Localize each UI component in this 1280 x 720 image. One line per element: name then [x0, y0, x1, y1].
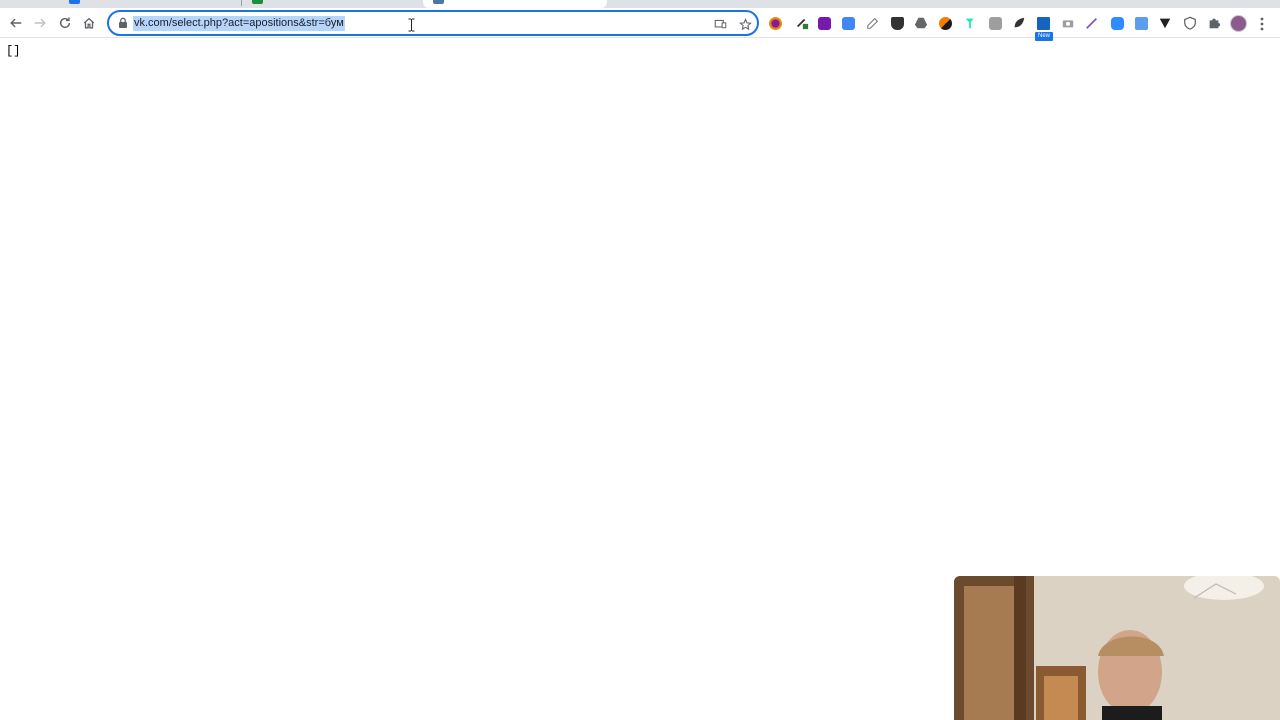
translate-icon[interactable]: [840, 15, 856, 31]
reload-button[interactable]: [54, 12, 76, 34]
webcam-overlay[interactable]: [954, 576, 1280, 720]
arrow-right-icon: [34, 18, 46, 28]
cast-button[interactable]: [712, 16, 728, 32]
tab-active[interactable]: [423, 0, 607, 8]
color-picker-icon[interactable]: [767, 15, 783, 31]
webcam-video-image: [954, 576, 1280, 720]
tab-separator: [241, 0, 242, 6]
shield-key-icon[interactable]: [889, 15, 905, 31]
page-body-text: []: [6, 44, 21, 58]
cast-icon: [714, 19, 726, 28]
reader-icon[interactable]: [1133, 15, 1149, 31]
bookmark-button[interactable]: [737, 16, 753, 32]
tab-4[interactable]: [608, 0, 788, 8]
pin-icon[interactable]: [962, 15, 978, 31]
analytics-icon[interactable]: [937, 15, 953, 31]
pen-icon[interactable]: [1084, 15, 1100, 31]
tab-2[interactable]: [243, 0, 421, 8]
puzzle-green-icon[interactable]: [794, 15, 810, 31]
back-button[interactable]: [5, 12, 27, 34]
new-extension-icon[interactable]: [1035, 15, 1051, 31]
location-icon[interactable]: [1157, 15, 1173, 31]
star-icon: [738, 17, 752, 30]
text-cursor-icon: [408, 18, 415, 32]
vk-icon: [433, 0, 444, 4]
zoom-icon[interactable]: [1109, 15, 1125, 31]
address-bar[interactable]: vk.com/select.php?act=apositions&str=бум: [107, 10, 759, 36]
profile-avatar[interactable]: [1230, 15, 1247, 32]
tab-1[interactable]: [60, 0, 240, 8]
leaf-icon[interactable]: [1011, 15, 1027, 31]
home-icon: [83, 17, 95, 29]
notes-icon[interactable]: [865, 15, 881, 31]
onenote-icon[interactable]: [816, 15, 832, 31]
vpn-shield-icon[interactable]: [1182, 15, 1198, 31]
kebab-menu-icon[interactable]: [1256, 16, 1268, 32]
forward-button[interactable]: [29, 12, 51, 34]
browser-toolbar: vk.com/select.php?act=apositions&str=бум…: [0, 8, 1280, 41]
lock-icon[interactable]: [117, 17, 129, 29]
reload-icon: [59, 17, 71, 29]
new-badge: New: [1035, 32, 1053, 41]
url-text[interactable]: vk.com/select.php?act=apositions&str=бум: [133, 16, 345, 31]
tab-strip: [0, 0, 1280, 8]
camera-icon[interactable]: [1060, 15, 1076, 31]
sheets-icon: [252, 0, 263, 4]
drive-icon[interactable]: [913, 15, 929, 31]
extensions-puzzle-icon[interactable]: [1206, 15, 1222, 31]
arrow-left-icon: [10, 18, 22, 28]
tab-favicon-icon: [69, 0, 80, 4]
code-icon[interactable]: [987, 15, 1003, 31]
home-button[interactable]: [78, 12, 100, 34]
